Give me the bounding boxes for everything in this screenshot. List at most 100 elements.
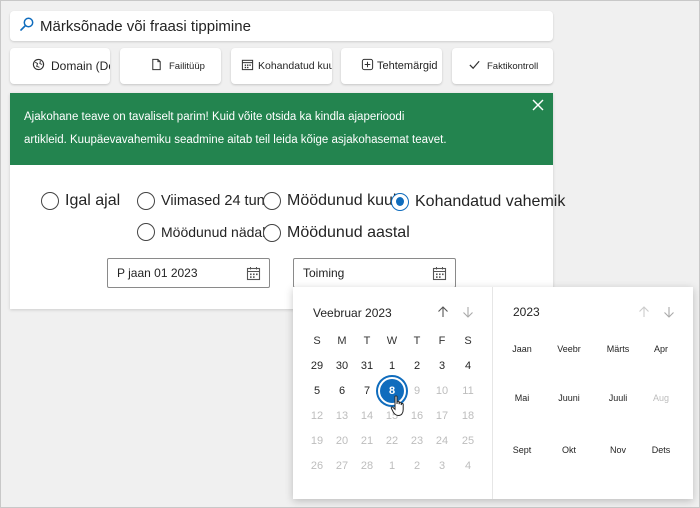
calendar-day[interactable]: 30 [332, 356, 352, 376]
month-cell[interactable]: Sept [500, 445, 544, 455]
info-banner: Ajakohane teave on tavaliselt parim! Kui… [10, 93, 553, 165]
calendar-day: 23 [410, 435, 424, 447]
calendar-day: 28 [360, 460, 374, 472]
year-title[interactable]: 2023 [513, 305, 540, 319]
calendar-day[interactable]: 5 [307, 381, 327, 401]
radio-circle-selected[interactable] [391, 193, 409, 211]
filter-filetype-button[interactable]: Failitüüp [120, 48, 221, 84]
filter-operators-label: Tehtemärgid [377, 60, 438, 72]
radio-custom-range-label: Kohandatud vahemik [415, 193, 566, 210]
month-title[interactable]: Veebruar 2023 [313, 306, 392, 320]
filter-domain-label: Domain (Domeen) [51, 59, 110, 73]
date-picker-popup: Veebruar 2023 2023 S M T W T F S 29 30 31 1 2 3 4 5 6 7 8… [293, 287, 693, 499]
radio-past-year[interactable]: Möödunud aastal [263, 224, 410, 242]
month-cell[interactable]: Dets [639, 445, 683, 455]
radio-past-year-label: Möödunud aastal [287, 224, 410, 241]
banner-text-line2: artikleid. Kuupäevavahemiku seadmine ait… [24, 134, 447, 146]
filter-filetype-label: Failitüüp [169, 60, 205, 72]
search-icon [20, 17, 34, 36]
end-date-field[interactable]: Toiming [293, 258, 456, 288]
calendar-day: 4 [464, 460, 472, 472]
calendar-day[interactable]: 2 [407, 356, 427, 376]
calendar-day[interactable]: 7 [357, 381, 377, 401]
radio-last-24h-label: Viimased 24 tundi [161, 193, 277, 209]
calendar-day[interactable]: 4 [458, 356, 478, 376]
calendar-day: 27 [335, 460, 349, 472]
previous-year-arrow-icon[interactable] [638, 305, 650, 317]
radio-circle[interactable] [263, 224, 281, 242]
month-cell: Aug [652, 393, 669, 403]
calendar-day: 18 [461, 410, 475, 422]
month-cell[interactable]: Juuni [547, 393, 591, 403]
calendar-day: 2 [413, 460, 421, 472]
month-cell[interactable]: Jaan [500, 344, 544, 354]
month-cell[interactable]: Veebr [547, 344, 591, 354]
calendar-day: 10 [435, 385, 449, 397]
globe-icon [32, 58, 45, 74]
filter-operators-button[interactable]: Tehtemärgid [341, 48, 442, 84]
calendar-day: 14 [360, 410, 374, 422]
calendar-day: 16 [410, 410, 424, 422]
weekday-header: S [313, 335, 321, 347]
calendar-day: 12 [310, 410, 324, 422]
document-icon [150, 58, 163, 74]
month-cell[interactable]: Mai [500, 393, 544, 403]
calendar-day: 3 [438, 460, 446, 472]
calendar-day[interactable]: 29 [307, 356, 327, 376]
calendar-day: 21 [360, 435, 374, 447]
weekday-header: W [386, 335, 398, 347]
next-year-arrow-icon[interactable] [663, 305, 675, 318]
divider [492, 287, 493, 499]
radio-past-month[interactable]: Möödunud kuul [263, 192, 396, 210]
filter-factcheck-label: Faktikontroll [487, 60, 539, 72]
month-cell[interactable]: Nov [596, 445, 640, 455]
start-date-value: P jaan 01 2023 [117, 266, 198, 280]
weekday-header: T [363, 335, 371, 347]
calendar-day: 9 [413, 385, 421, 397]
checkmark-icon [468, 58, 481, 74]
radio-past-month-label: Möödunud kuul [287, 192, 397, 209]
date-filter-panel: Ajakohane teave on tavaliselt parim! Kui… [10, 93, 565, 309]
start-date-field[interactable]: P jaan 01 2023 [107, 258, 270, 288]
filter-factcheck-button[interactable]: Faktikontroll [452, 48, 553, 84]
plus-box-icon [361, 58, 374, 74]
radio-any-time[interactable]: Igal ajal [41, 192, 120, 210]
month-cell[interactable]: Apr [639, 344, 683, 354]
radio-circle[interactable] [41, 192, 59, 210]
calendar-day: 11 [462, 385, 474, 397]
radio-circle[interactable] [137, 223, 155, 241]
calendar-icon [241, 58, 254, 74]
calendar-day[interactable]: 3 [432, 356, 452, 376]
banner-text-line1: Ajakohane teave on tavaliselt parim! Kui… [24, 111, 405, 123]
radio-last-24h[interactable]: Viimased 24 tundi [137, 192, 276, 210]
calendar-day: 24 [435, 435, 449, 447]
calendar-day: 1 [388, 460, 396, 472]
radio-past-week[interactable]: Möödunud nädalal [137, 223, 276, 241]
calendar-day: 26 [310, 460, 324, 472]
previous-month-arrow-icon[interactable] [437, 305, 449, 317]
radio-circle[interactable] [137, 192, 155, 210]
calendar-day: 19 [310, 435, 324, 447]
calendar-day: 22 [385, 435, 399, 447]
calendar-day[interactable]: 31 [357, 356, 377, 376]
month-cell[interactable]: Okt [547, 445, 591, 455]
search-input[interactable]: Märksõnade või fraasi tippimine [40, 18, 251, 35]
radio-any-time-label: Igal ajal [65, 192, 121, 209]
radio-custom-range[interactable]: Kohandatud vahemik [391, 193, 565, 211]
calendar-day: 20 [335, 435, 349, 447]
radio-past-week-label: Möödunud nädalal [161, 224, 277, 240]
calendar-day[interactable]: 6 [332, 381, 352, 401]
search-box[interactable]: Märksõnade või fraasi tippimine [10, 11, 553, 41]
radio-circle[interactable] [263, 192, 281, 210]
month-cell[interactable]: Märts [596, 344, 640, 354]
close-icon[interactable] [531, 98, 545, 112]
weekday-header: F [438, 335, 446, 347]
calendar-day: 25 [461, 435, 475, 447]
mouse-pointer-icon [390, 395, 406, 417]
month-cell[interactable]: Juuli [596, 393, 640, 403]
filter-domain-button[interactable]: Domain (Domeen) [10, 48, 110, 84]
calendar-day[interactable]: 1 [382, 356, 402, 376]
next-month-arrow-icon[interactable] [462, 305, 474, 318]
weekday-header: M [337, 335, 347, 347]
filter-custom-date-button[interactable]: Kohandatud kuupäev [231, 48, 332, 84]
